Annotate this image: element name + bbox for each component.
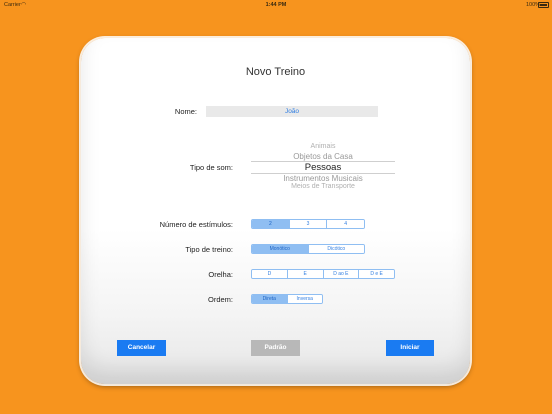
default-button[interactable]: Padrão: [251, 340, 300, 356]
training-type-monotic[interactable]: Monótico: [252, 245, 308, 253]
dialog-title: Novo Treino: [245, 66, 306, 78]
stimuli-option-3[interactable]: 3: [288, 220, 327, 228]
ear-option-both[interactable]: D e E: [358, 270, 394, 278]
order-option-inverse[interactable]: Inversa: [286, 295, 322, 303]
picker-option-selected[interactable]: Pessoas: [251, 162, 395, 173]
training-type-label: Tipo de treino:: [185, 245, 233, 254]
start-button[interactable]: Iniciar: [386, 340, 434, 356]
training-type-selector[interactable]: Monótico Dicótico: [251, 244, 365, 254]
ear-label: Orelha:: [208, 270, 233, 279]
picker-option[interactable]: Animais: [251, 143, 395, 150]
name-label: Nome:: [174, 107, 197, 116]
stimuli-option-4[interactable]: 4: [326, 220, 364, 228]
battery-icon: [538, 2, 549, 8]
order-option-direct[interactable]: Direta: [252, 295, 287, 303]
sound-type-picker[interactable]: Animais Objetos da Casa Pessoas Instrume…: [251, 141, 395, 191]
picker-option[interactable]: Instrumentos Musicais: [251, 174, 395, 183]
picker-option[interactable]: Objetos da Casa: [251, 152, 395, 161]
picker-option[interactable]: Meios de Transporte: [251, 183, 395, 190]
ear-option-left[interactable]: E: [286, 270, 323, 278]
name-field[interactable]: [206, 106, 378, 117]
status-bar: Carrier ◠ 1:44 PM 100%: [0, 0, 552, 10]
order-label: Ordem:: [207, 295, 233, 304]
clock: 1:44 PM: [265, 2, 287, 8]
stimuli-count-label: Número de estímulos:: [159, 220, 233, 229]
ear-option-right[interactable]: D: [252, 270, 287, 278]
order-selector[interactable]: Direta Inversa: [251, 294, 323, 304]
training-type-dichotic[interactable]: Dicótico: [307, 245, 364, 253]
ear-option-right-to-left[interactable]: D ao E: [322, 270, 359, 278]
stimuli-count-selector[interactable]: 2 3 4: [251, 219, 365, 229]
ear-selector[interactable]: D E D ao E D e E: [251, 269, 395, 279]
stimuli-option-2[interactable]: 2: [252, 220, 289, 228]
cancel-button[interactable]: Cancelar: [117, 340, 166, 356]
sound-type-label: Tipo de som:: [189, 163, 233, 172]
new-training-dialog: Novo Treino Nome: Tipo de som: Animais O…: [81, 38, 470, 384]
